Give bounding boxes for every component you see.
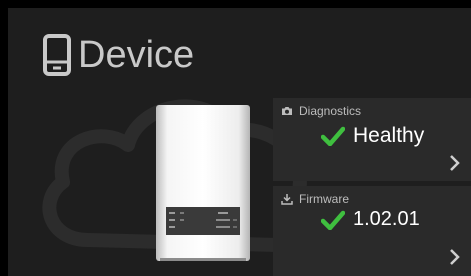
firmware-version: 1.02.01 <box>353 208 420 230</box>
checkmark-icon <box>321 210 345 230</box>
download-icon <box>281 194 293 205</box>
nas-device-image <box>156 105 250 261</box>
firmware-status: 1.02.01 <box>321 208 420 231</box>
diagnostics-status: Healthy <box>321 124 424 148</box>
diagnostics-card[interactable]: Diagnostics Healthy <box>273 98 471 181</box>
chevron-right-icon[interactable] <box>449 154 461 172</box>
device-panel: Device Diagnostics Healthy Firmware 1.02… <box>8 8 471 276</box>
firmware-card[interactable]: Firmware 1.02.01 <box>273 186 471 276</box>
camera-icon <box>282 107 292 115</box>
firmware-label: Firmware <box>281 192 349 206</box>
chevron-right-icon[interactable] <box>449 248 461 266</box>
device-icon <box>43 34 71 76</box>
diagnostics-status-text: Healthy <box>353 124 425 147</box>
firmware-label-text: Firmware <box>299 192 349 206</box>
page-title: Device <box>78 34 195 76</box>
page-header: Device <box>42 30 194 80</box>
checkmark-icon <box>321 126 345 146</box>
diagnostics-label-text: Diagnostics <box>299 104 362 118</box>
diagnostics-label: Diagnostics <box>281 104 361 118</box>
